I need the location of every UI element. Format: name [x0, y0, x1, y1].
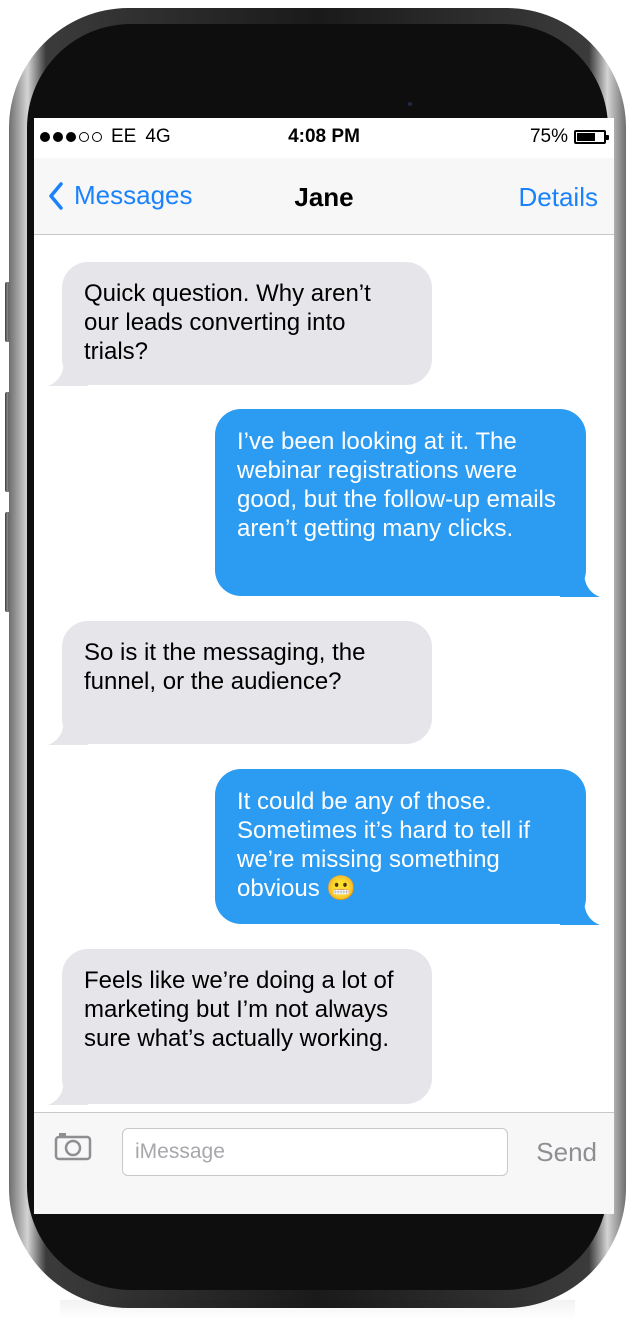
- message-bubble-incoming: Feels like we’re doing a lot of marketin…: [48, 949, 432, 1105]
- message-composer: Send: [34, 1112, 614, 1214]
- back-label: Messages: [74, 180, 193, 210]
- camera-button[interactable]: [54, 1131, 92, 1166]
- status-time: 4:08 PM: [288, 126, 360, 147]
- bubble-tail-incoming: [48, 1079, 88, 1105]
- phone-shadow: [60, 1300, 575, 1319]
- battery-icon: [574, 130, 609, 144]
- message-bubble-incoming: So is it the messaging, the funnel, or t…: [48, 621, 432, 745]
- send-button[interactable]: Send: [536, 1137, 597, 1168]
- messages-screen: EE 4G 4:08 PM 75% Messages Jane Details …: [34, 118, 614, 1214]
- back-button[interactable]: Messages: [48, 180, 193, 211]
- message-bubble-incoming: Quick question. Why aren’t our leads con…: [48, 262, 432, 386]
- bubble-tail-outgoing: [560, 571, 600, 597]
- bubble-tail-incoming: [48, 719, 88, 745]
- front-camera: [408, 102, 412, 106]
- imessage-input[interactable]: [122, 1128, 508, 1176]
- message-text: Quick question. Why aren’t our leads con…: [84, 280, 371, 365]
- message-bubble-outgoing: I’ve been looking at it. The webinar reg…: [215, 409, 600, 597]
- message-thread[interactable]: Quick question. Why aren’t our leads con…: [34, 235, 614, 1112]
- message-text: So is it the messaging, the funnel, or t…: [84, 639, 366, 695]
- details-button[interactable]: Details: [519, 182, 598, 213]
- battery-fill: [577, 133, 595, 141]
- navigation-bar: Messages Jane Details: [34, 158, 614, 235]
- message-text: Feels like we’re doing a lot of marketin…: [84, 967, 394, 1052]
- chevron-left-icon: [49, 181, 63, 210]
- message-bubble-outgoing: It could be any of those. Sometimes it’s…: [215, 769, 600, 925]
- message-text: It could be any of those. Sometimes it’s…: [237, 788, 531, 902]
- status-right: 75%: [529, 126, 609, 148]
- message-text: I’ve been looking at it. The webinar reg…: [237, 428, 556, 542]
- bubble-tail-incoming: [48, 360, 88, 386]
- camera-icon: [54, 1133, 92, 1161]
- battery-percent: 75%: [529, 126, 568, 147]
- status-bar: EE 4G 4:08 PM 75%: [34, 118, 614, 158]
